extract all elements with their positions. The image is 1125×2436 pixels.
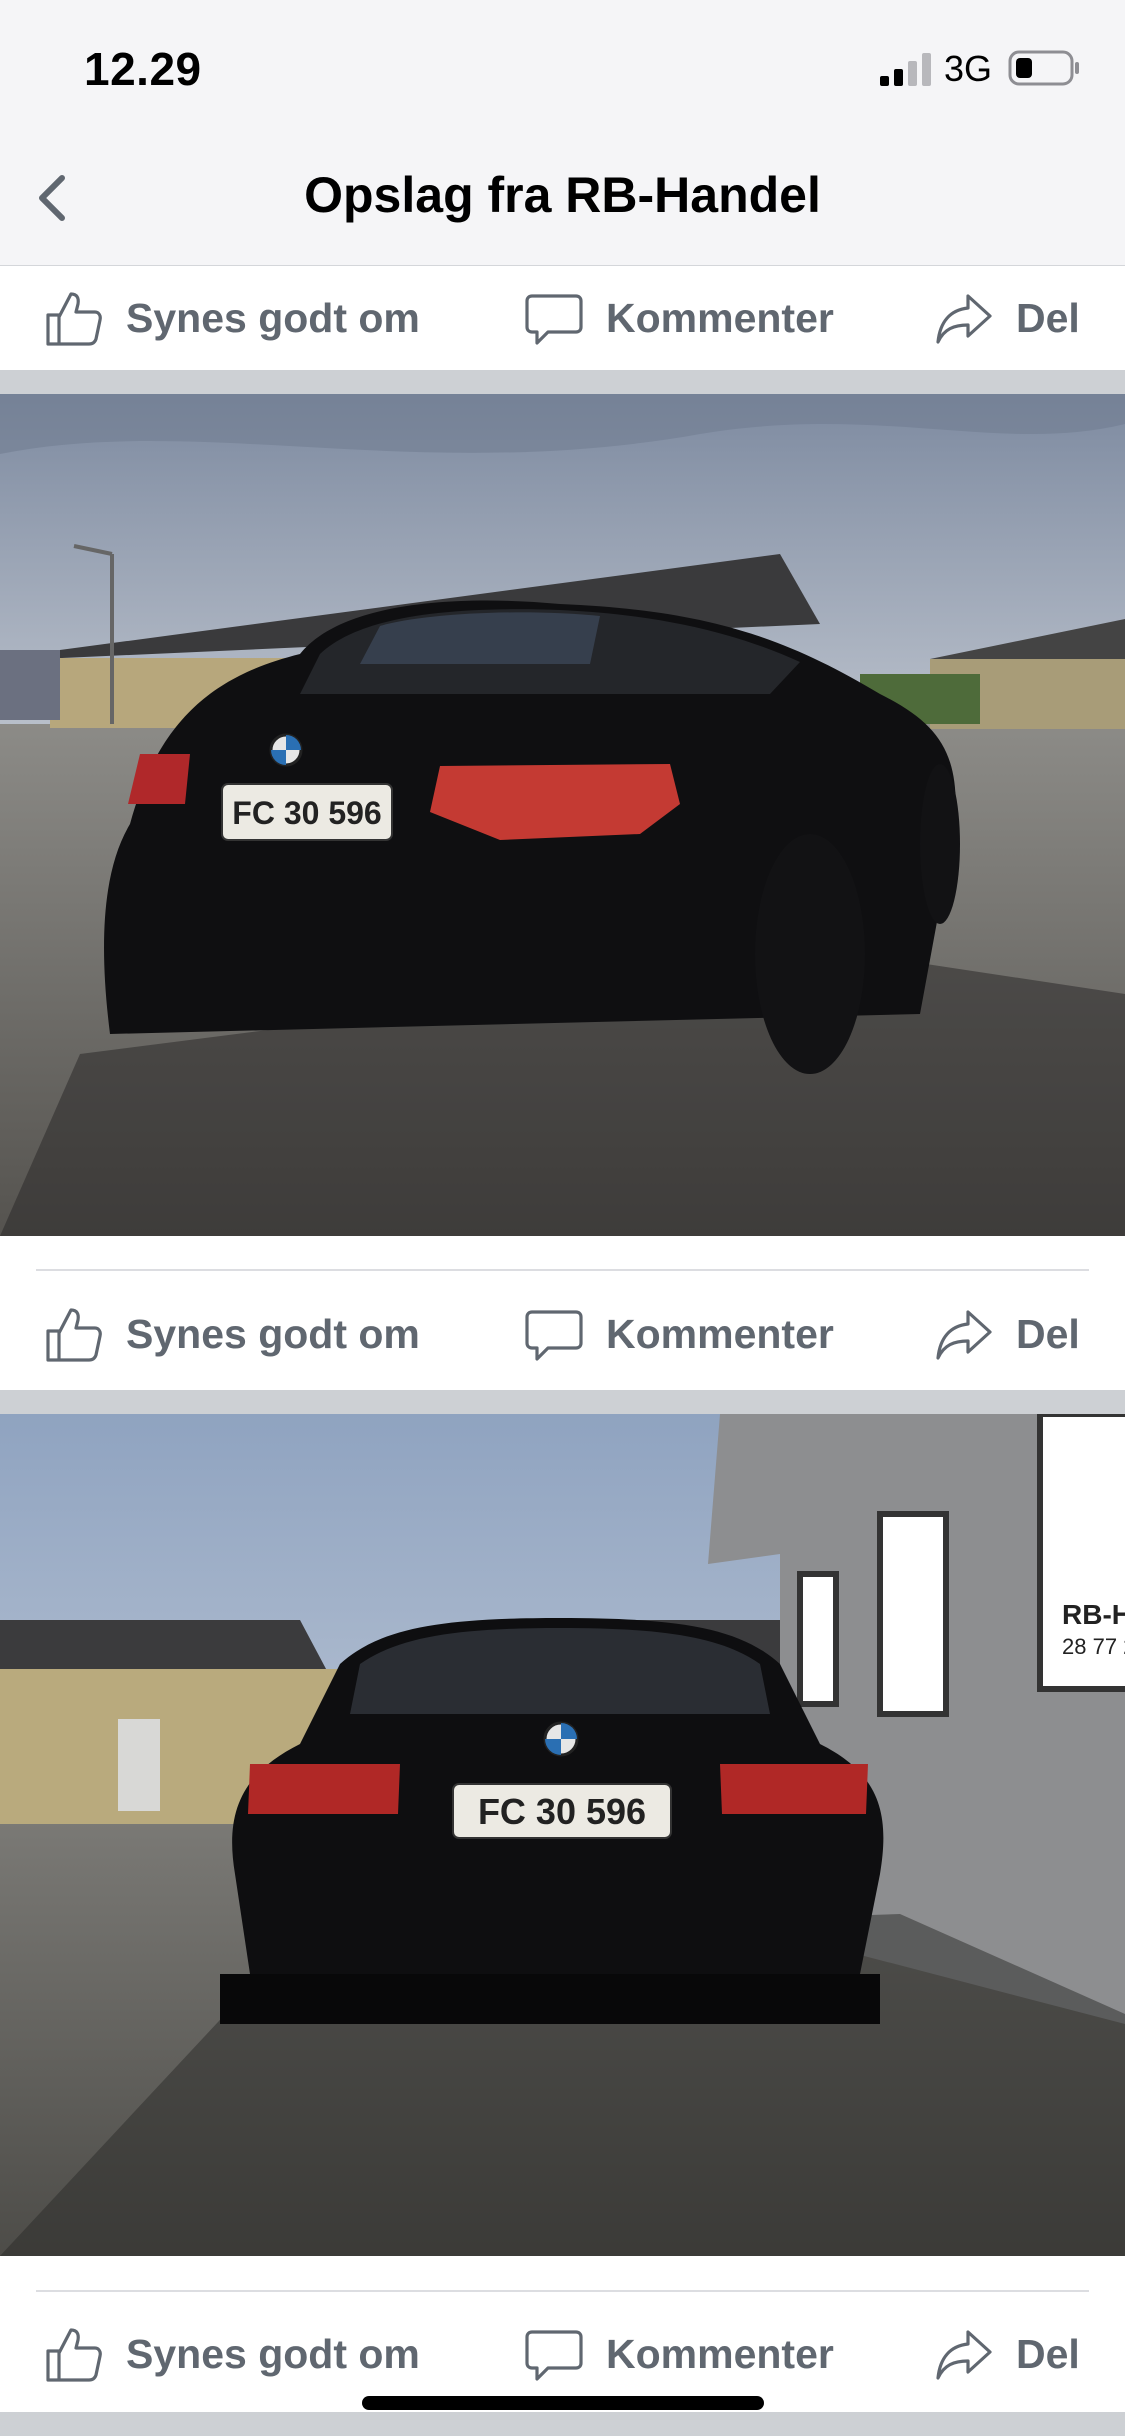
- car-photo-rear-side[interactable]: FC 30 596: [0, 394, 1125, 1236]
- home-indicator[interactable]: [362, 2396, 764, 2410]
- comment-button[interactable]: Kommenter: [524, 2302, 834, 2406]
- thumbs-up-icon: [46, 1308, 102, 1362]
- action-bar: Synes godt om Kommenter Del: [0, 2302, 1125, 2406]
- comment-label: Kommenter: [606, 294, 834, 341]
- signal-strength-icon: [880, 53, 931, 86]
- thumbs-up-icon: [46, 2328, 102, 2382]
- license-plate: FC 30 596: [478, 1791, 646, 1832]
- comment-button[interactable]: Kommenter: [524, 1282, 834, 1386]
- share-arrow-icon: [936, 294, 992, 344]
- license-plate: FC 30 596: [232, 795, 381, 831]
- post-separator: [0, 2412, 1125, 2436]
- photo-image: RB-Hand 28 77 20 FC 30 596: [0, 1414, 1125, 2256]
- battery-icon: [1008, 50, 1079, 86]
- status-time: 12.29: [84, 43, 202, 95]
- photo-image: FC 30 596: [0, 394, 1125, 1236]
- car-photo-rear[interactable]: RB-Hand 28 77 20 FC 30 596: [0, 1414, 1125, 2256]
- share-button[interactable]: Del: [934, 1282, 1080, 1386]
- like-label: Synes godt om: [126, 294, 420, 341]
- share-button[interactable]: Del: [934, 266, 1080, 370]
- share-label: Del: [1016, 294, 1080, 341]
- comment-button[interactable]: Kommenter: [524, 266, 834, 370]
- like-label: Synes godt om: [126, 1310, 420, 1357]
- like-button[interactable]: Synes godt om: [44, 1282, 420, 1386]
- post-separator: [0, 370, 1125, 394]
- building-sign-phone: 28 77 20: [1062, 1634, 1125, 1659]
- action-bar: Synes godt om Kommenter Del: [0, 266, 1125, 370]
- comment-label: Kommenter: [606, 2330, 834, 2377]
- divider: [36, 1269, 1089, 1271]
- comment-icon: [525, 1310, 583, 1361]
- share-arrow-icon: [936, 2330, 992, 2380]
- page-title: Opslag fra RB-Handel: [304, 167, 821, 223]
- top-bar: [0, 0, 1125, 267]
- share-label: Del: [1016, 2330, 1080, 2377]
- comment-icon: [525, 294, 583, 345]
- comment-icon: [525, 2330, 583, 2381]
- network-type: 3G: [944, 48, 993, 89]
- share-label: Del: [1016, 1310, 1080, 1357]
- like-button[interactable]: Synes godt om: [44, 266, 420, 370]
- like-button[interactable]: Synes godt om: [44, 2302, 420, 2406]
- like-label: Synes godt om: [126, 2330, 420, 2377]
- post-separator: [0, 1390, 1125, 1414]
- action-bar: Synes godt om Kommenter Del: [0, 1282, 1125, 1386]
- share-button[interactable]: Del: [934, 2302, 1080, 2406]
- share-arrow-icon: [936, 1310, 992, 1360]
- building-sign-text: RB-Hand: [1062, 1599, 1125, 1630]
- divider: [36, 2290, 1089, 2292]
- thumbs-up-icon: [46, 292, 102, 346]
- comment-label: Kommenter: [606, 1310, 834, 1357]
